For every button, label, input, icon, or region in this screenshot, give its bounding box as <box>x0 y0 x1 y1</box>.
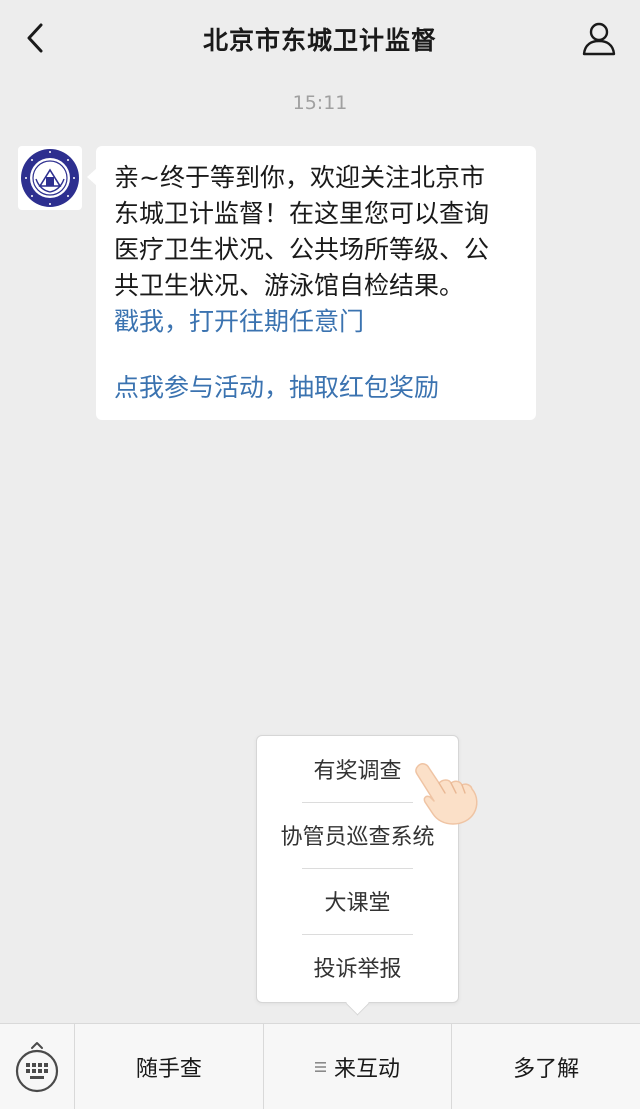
menu-item-complaint-report[interactable]: 投诉举报 <box>257 934 458 1000</box>
welcome-message-bubble: 亲~终于等到你，欢迎关注北京市 东城卫计监督！在这里您可以查询 医疗卫生状况、公… <box>87 146 536 420</box>
menu-tab-quick-check[interactable]: 随手查 <box>75 1024 263 1109</box>
account-avatar[interactable] <box>18 146 82 210</box>
pointing-hand-icon <box>415 763 478 825</box>
menu-tab-label: 来互动 <box>334 1056 401 1082</box>
chevron-left-icon[interactable] <box>18 20 54 56</box>
message-timestamp: 15:11 <box>292 92 348 114</box>
page-title: 北京市东城卫计监督 <box>202 26 437 55</box>
menu-tab-label: 多了解 <box>513 1056 580 1082</box>
message-text-line: 东城卫计监督！在这里您可以查询 <box>114 199 490 228</box>
menu-tab-learn-more[interactable]: 多了解 <box>451 1024 640 1109</box>
menu-item-lecture-hall[interactable]: 大课堂 <box>257 868 458 934</box>
health-inspection-logo-icon <box>21 149 79 207</box>
red-packet-activity-link[interactable]: 点我参与活动，抽取红包奖励 <box>114 370 518 406</box>
keyboard-icon <box>15 1042 59 1093</box>
past-articles-link[interactable]: 戳我，打开往期任意门 <box>114 304 518 340</box>
message-text-line: 医疗卫生状况、公共场所等级、公 <box>114 235 490 264</box>
submenu-indicator-icon <box>315 1061 326 1072</box>
message-text-line: 共卫生状况、游泳馆自检结果。 <box>114 271 465 300</box>
bottom-menu-bar: 随手查 来互动 多了解 <box>0 1023 640 1109</box>
message-text-line: 亲~终于等到你，欢迎关注北京市 <box>114 163 485 192</box>
menu-tab-interact[interactable]: 来互动 <box>262 1024 452 1109</box>
menu-tab-label: 随手查 <box>135 1056 202 1082</box>
navigation-bar: 北京市东城卫计监督 <box>0 0 640 78</box>
keyboard-toggle-button[interactable] <box>0 1024 75 1109</box>
user-icon[interactable] <box>580 19 618 57</box>
